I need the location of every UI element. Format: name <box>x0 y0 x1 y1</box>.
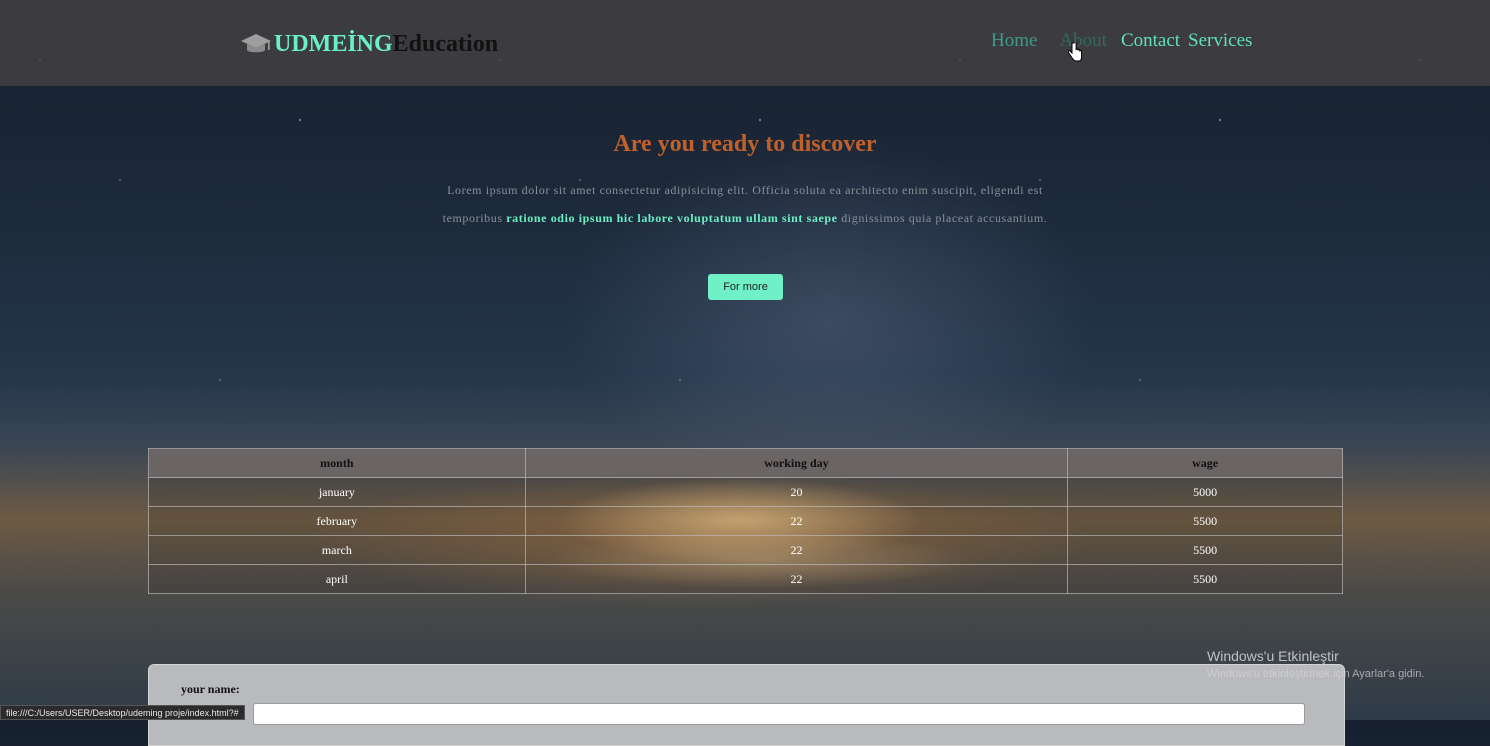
cell-wage: 5500 <box>1067 535 1343 565</box>
hero-title: Are you ready to discover <box>613 131 877 157</box>
nav-about[interactable]: About <box>1059 30 1107 52</box>
hand-cursor-icon <box>1068 42 1082 62</box>
top-navigation-bar: UDMEİNG Education Home About Contact Serv… <box>0 0 1490 86</box>
for-more-button[interactable]: For more <box>708 274 783 300</box>
contact-form: your name: <box>148 664 1345 746</box>
main-nav: Home About Contact Services <box>991 30 1260 52</box>
cell-month: april <box>148 564 526 594</box>
cell-wage: 5000 <box>1067 477 1343 507</box>
name-input[interactable] <box>253 703 1305 725</box>
nav-home[interactable]: Home <box>991 30 1037 52</box>
cell-working-day: 22 <box>524 506 1069 536</box>
wage-table-container: month working day wage january 20 5000 f… <box>148 448 1343 594</box>
cell-month: february <box>148 506 526 536</box>
hero-text-end: dignissimos quia placeat accusantium. <box>837 211 1048 225</box>
cell-month: january <box>148 477 526 507</box>
header-wage: wage <box>1067 448 1343 478</box>
nav-services[interactable]: Services <box>1188 30 1252 52</box>
table-row: february 22 5500 <box>148 506 1343 536</box>
nav-contact[interactable]: Contact <box>1121 30 1180 52</box>
hero-description: Lorem ipsum dolor sit amet consectetur a… <box>425 176 1065 232</box>
windows-activation-subtitle: Windows'u etkinleştirmek için Ayarlar'a … <box>1207 668 1425 680</box>
name-label: your name: <box>181 682 240 696</box>
cell-month: march <box>148 535 526 565</box>
graduation-cap-icon <box>241 34 271 53</box>
logo-education-text: Education <box>392 30 499 57</box>
windows-activation-title: Windows'u Etkinleştir <box>1207 648 1339 664</box>
table-header-row: month working day wage <box>148 448 1343 478</box>
cell-working-day: 22 <box>524 564 1069 594</box>
site-logo[interactable]: UDMEİNG Education <box>240 28 498 60</box>
table-row: march 22 5500 <box>148 535 1343 565</box>
header-working-day: working day <box>524 448 1069 478</box>
table-row: april 22 5500 <box>148 564 1343 594</box>
browser-status-bar: file:///C:/Users/USER/Desktop/udeming pr… <box>0 705 245 720</box>
header-month: month <box>148 448 526 478</box>
logo-brand-text: UDMEİNG <box>274 30 393 57</box>
cell-working-day: 22 <box>524 535 1069 565</box>
cell-working-day: 20 <box>524 477 1069 507</box>
wage-table: month working day wage january 20 5000 f… <box>148 448 1343 594</box>
cell-wage: 5500 <box>1067 564 1343 594</box>
hero-text-highlight: ratione odio ipsum hic labore voluptatum… <box>506 211 838 225</box>
table-row: january 20 5000 <box>148 477 1343 507</box>
cell-wage: 5500 <box>1067 506 1343 536</box>
